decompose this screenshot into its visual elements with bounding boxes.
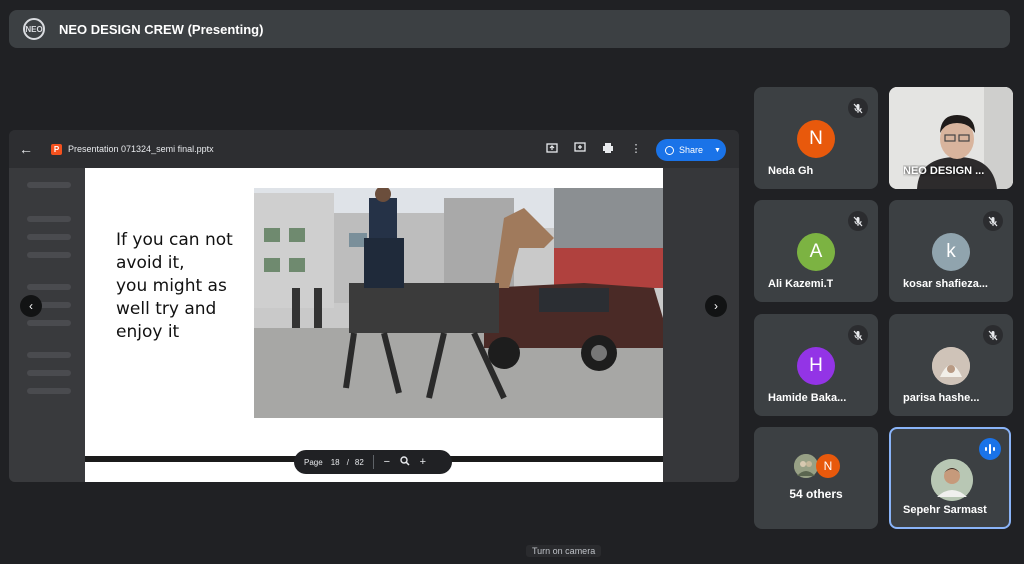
avatar: N bbox=[797, 120, 835, 158]
page-current[interactable]: 18 bbox=[331, 458, 343, 467]
background-docs-sidebar bbox=[9, 168, 85, 482]
page-separator: / bbox=[346, 457, 349, 467]
mic-off-icon bbox=[848, 211, 868, 231]
participant-name: Ali Kazemi.T bbox=[768, 278, 834, 290]
meeting-header: NEO NEO DESIGN CREW (Presenting) bbox=[9, 10, 1010, 48]
zoom-in-icon[interactable]: + bbox=[418, 456, 428, 468]
page-label: Page bbox=[304, 457, 323, 467]
presentation-stage: ← P Presentation 071324_semi final.pptx … bbox=[9, 130, 739, 482]
viewer-tools: ⋮ bbox=[545, 141, 643, 155]
avatar bbox=[931, 459, 973, 501]
others-tile[interactable]: N 54 others bbox=[754, 427, 878, 529]
file-viewer-toolbar: ← P Presentation 071324_semi final.pptx … bbox=[9, 130, 739, 168]
mic-off-icon bbox=[983, 325, 1003, 345]
next-slide-button[interactable]: › bbox=[705, 295, 727, 317]
globe-icon bbox=[665, 145, 674, 155]
avatar: H bbox=[797, 347, 835, 385]
participant-tile[interactable]: parisa hashe... bbox=[889, 314, 1013, 416]
page-total: 82 bbox=[354, 457, 364, 467]
participant-tile[interactable]: A Ali Kazemi.T bbox=[754, 200, 878, 302]
participant-name: Hamide Baka... bbox=[768, 392, 847, 404]
avatar bbox=[932, 347, 970, 385]
previous-slide-button[interactable]: ‹ bbox=[20, 295, 42, 317]
others-photo-avatar bbox=[794, 454, 818, 478]
meeting-title: NEO DESIGN CREW (Presenting) bbox=[59, 21, 264, 37]
participant-name: parisa hashe... bbox=[903, 392, 980, 404]
add-comment-icon[interactable] bbox=[573, 141, 587, 155]
camera-hint[interactable]: Turn on camera bbox=[526, 545, 602, 557]
mic-off-icon bbox=[848, 98, 868, 118]
others-count: 54 others bbox=[789, 487, 843, 501]
participant-tile[interactable]: H Hamide Baka... bbox=[754, 314, 878, 416]
participant-tile[interactable]: N Neda Gh bbox=[754, 87, 878, 189]
pager-divider bbox=[372, 455, 374, 469]
mic-off-icon bbox=[848, 325, 868, 345]
chevron-down-icon[interactable]: ▼ bbox=[714, 147, 721, 154]
participant-name: NEO DESIGN ... bbox=[903, 165, 985, 177]
more-vert-icon[interactable]: ⋮ bbox=[629, 141, 643, 155]
share-label: Share bbox=[679, 145, 704, 155]
slide-quote: If you can not avoid it, you might as we… bbox=[116, 230, 233, 342]
others-initial-avatar: N bbox=[816, 454, 840, 478]
page-indicator: Page 18 / 82 − + bbox=[294, 450, 452, 474]
audio-speaking-icon bbox=[979, 438, 1001, 460]
participant-tile-speaking[interactable]: Sepehr Sarmast bbox=[889, 427, 1011, 529]
avatar: A bbox=[797, 233, 835, 271]
current-slide: If you can not avoid it, you might as we… bbox=[85, 168, 663, 456]
participant-name: Neda Gh bbox=[768, 165, 814, 177]
avatar: k bbox=[932, 233, 970, 271]
participant-name: Sepehr Sarmast bbox=[903, 504, 987, 516]
back-arrow-icon[interactable]: ← bbox=[19, 141, 35, 157]
zoom-out-icon[interactable]: − bbox=[382, 456, 392, 468]
powerpoint-file-icon: P bbox=[51, 143, 62, 155]
slide-photo bbox=[254, 188, 663, 418]
participant-name: kosar shafieza... bbox=[903, 278, 988, 290]
open-in-new-icon[interactable] bbox=[545, 141, 559, 155]
participant-tile-video[interactable]: NEO DESIGN ... bbox=[889, 87, 1013, 189]
mic-off-icon bbox=[983, 211, 1003, 231]
zoom-search-icon[interactable] bbox=[400, 455, 410, 469]
background-side-panel bbox=[663, 168, 739, 482]
share-button[interactable]: Share ▼ bbox=[656, 139, 726, 161]
crew-logo-icon: NEO bbox=[23, 18, 45, 40]
participant-tile[interactable]: k kosar shafieza... bbox=[889, 200, 1013, 302]
print-icon[interactable] bbox=[601, 141, 615, 155]
file-name: Presentation 071324_semi final.pptx bbox=[68, 144, 214, 154]
